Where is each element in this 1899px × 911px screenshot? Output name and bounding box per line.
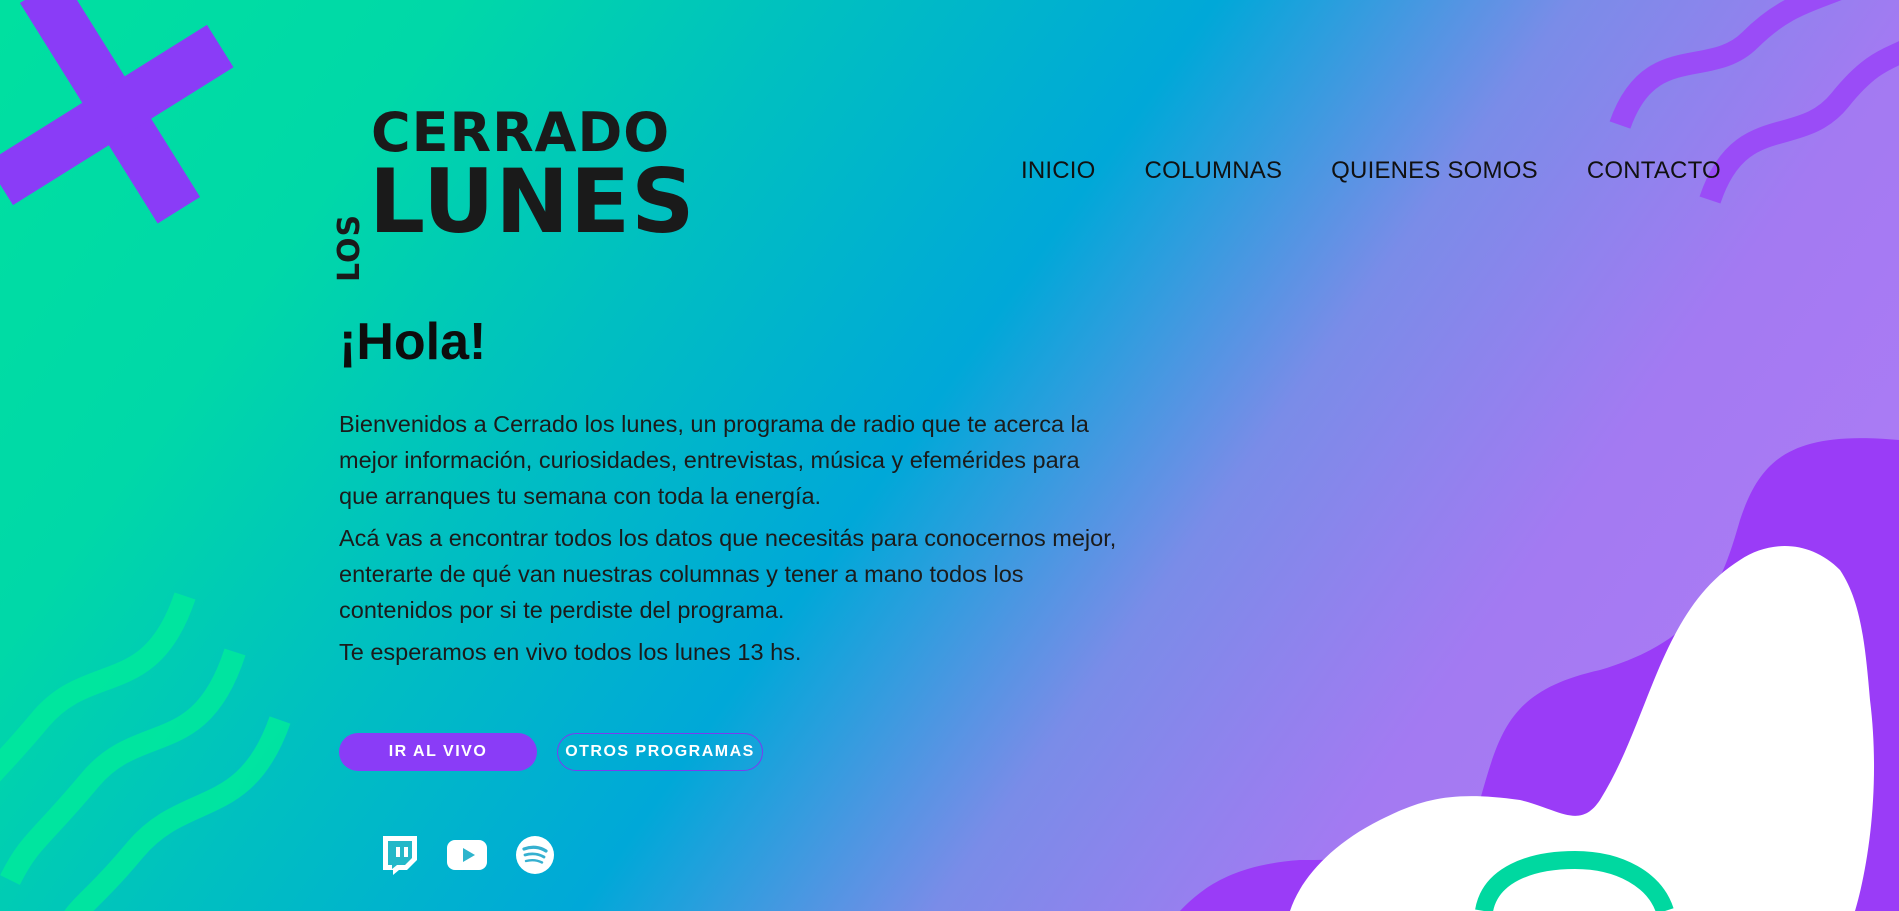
main-nav: INICIO COLUMNAS QUIENES SOMOS CONTACTO [1021, 157, 1721, 185]
schedule-paragraph: Te esperamos en vivo todos los lunes 13 … [339, 639, 802, 665]
spotify-icon[interactable] [514, 834, 556, 876]
hero-buttons: IR AL VIVO OTROS PROGRAMAS [339, 733, 763, 771]
live-button[interactable]: IR AL VIVO [339, 733, 537, 771]
twitch-icon[interactable] [378, 834, 420, 876]
nav-item-inicio[interactable]: INICIO [1021, 157, 1096, 185]
nav-item-columnas[interactable]: COLUMNAS [1145, 157, 1283, 185]
site-logo[interactable]: CERRADO LOS LUNES [332, 106, 695, 283]
social-links [378, 834, 556, 876]
other-programs-button[interactable]: OTROS PROGRAMAS [557, 733, 763, 771]
wave-decoration-bottom-left [0, 592, 291, 911]
youtube-icon[interactable] [446, 834, 488, 876]
logo-text-lunes: LUNES [369, 150, 696, 253]
intro-paragraph: Bienvenidos a Cerrado los lunes, un prog… [339, 411, 1089, 509]
nav-item-contacto[interactable]: CONTACTO [1587, 157, 1721, 185]
hero-section: ¡Hola! Bienvenidos a Cerrado los lunes, … [339, 312, 1119, 676]
info-paragraph: Acá vas a encontrar todos los datos que … [339, 525, 1117, 623]
page-title: ¡Hola! [339, 313, 487, 371]
blob-decoration [1180, 438, 1899, 911]
nav-item-quienes-somos[interactable]: QUIENES SOMOS [1331, 157, 1538, 185]
x-shape-decoration [0, 0, 234, 224]
logo-text-los: LOS [332, 213, 367, 282]
